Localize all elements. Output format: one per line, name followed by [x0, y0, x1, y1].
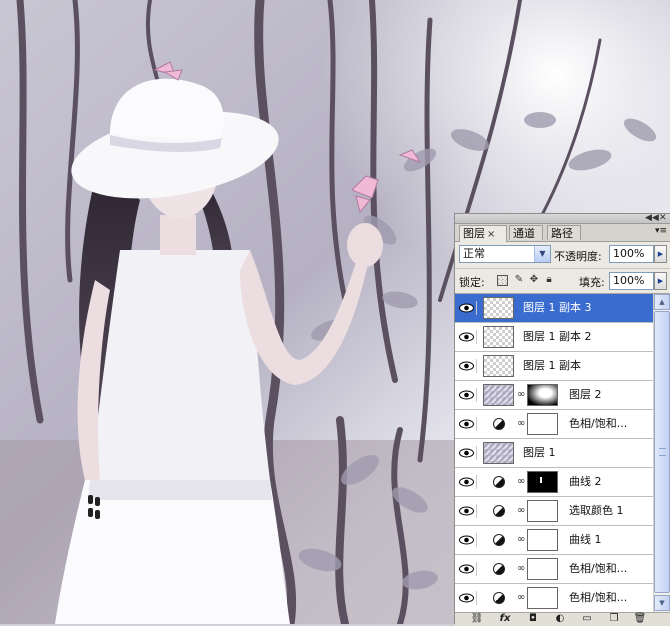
- chain-link-icon[interactable]: ∞: [517, 389, 525, 401]
- layer-name[interactable]: 曲线 2: [569, 475, 602, 489]
- blend-row: 正常 ▼ 不透明度: 100% ▶: [455, 242, 670, 266]
- eye-icon[interactable]: [458, 504, 477, 518]
- layer-mask-thumbnail[interactable]: [527, 587, 558, 609]
- layer-name[interactable]: 图层 2: [569, 388, 602, 402]
- opacity-label: 不透明度:: [554, 250, 602, 263]
- collapse-icon[interactable]: ◀◀: [645, 212, 659, 224]
- new-adjustment-icon[interactable]: ◐: [553, 613, 567, 625]
- layer-thumbnail[interactable]: [483, 355, 514, 377]
- layer-row[interactable]: 图层 1: [455, 439, 653, 468]
- add-mask-icon[interactable]: ◘: [526, 613, 540, 625]
- chevron-down-icon[interactable]: ▼: [534, 246, 550, 262]
- layer-mask-thumbnail[interactable]: [527, 413, 558, 435]
- tab-paths[interactable]: 路径: [547, 225, 581, 240]
- adjustment-layer-icon[interactable]: [493, 505, 505, 517]
- layer-row[interactable]: 图层 1 副本 2: [455, 323, 653, 352]
- layer-row[interactable]: ∞ 色相/饱和...: [455, 555, 653, 584]
- fill-slider-button[interactable]: ▶: [654, 272, 667, 290]
- chain-link-icon[interactable]: ∞: [517, 476, 525, 488]
- layer-row[interactable]: ∞ 色相/饱和...: [455, 410, 653, 439]
- lock-move-icon[interactable]: ✥: [528, 274, 540, 286]
- adjustment-layer-icon[interactable]: [493, 476, 505, 488]
- chain-link-icon[interactable]: ∞: [517, 505, 525, 517]
- blend-mode-value: 正常: [463, 247, 485, 260]
- layer-mask-thumbnail[interactable]: [527, 558, 558, 580]
- link-icon[interactable]: ⛓︎: [469, 613, 485, 625]
- chain-link-icon[interactable]: ∞: [517, 563, 525, 575]
- layer-thumbnail[interactable]: [483, 442, 514, 464]
- eye-icon[interactable]: [458, 301, 477, 315]
- layer-name[interactable]: 选取颜色 1: [569, 504, 624, 518]
- layer-name[interactable]: 图层 1 副本 3: [523, 301, 592, 315]
- panel-tabs: 图层 × 通道 路径: [455, 224, 670, 242]
- scroll-thumb[interactable]: [654, 311, 670, 593]
- opacity-slider-button[interactable]: ▶: [654, 245, 667, 263]
- chain-link-icon[interactable]: ∞: [517, 534, 525, 546]
- layer-name[interactable]: 图层 1: [523, 446, 556, 460]
- layer-name[interactable]: 曲线 1: [569, 533, 602, 547]
- layer-name[interactable]: 色相/饱和...: [569, 417, 627, 431]
- layer-row[interactable]: 图层 1 副本: [455, 352, 653, 381]
- layer-row[interactable]: ∞ 曲线 1: [455, 526, 653, 555]
- layers-scrollbar[interactable]: ▲ ▼: [653, 294, 670, 612]
- lock-brush-icon[interactable]: ✎: [513, 274, 525, 286]
- layer-thumbnail[interactable]: [483, 384, 514, 406]
- eye-icon[interactable]: [458, 533, 477, 547]
- tab-channels[interactable]: 通道: [509, 225, 543, 240]
- trash-icon[interactable]: 🗑︎: [633, 613, 647, 625]
- fill-label: 填充:: [579, 276, 605, 289]
- layers-list: 图层 1 副本 3 图层 1 副本 2 图层 1 副本 ∞ 图层 2 ∞ 色相/…: [455, 294, 653, 612]
- opacity-input[interactable]: 100%: [609, 245, 654, 263]
- layer-mask-thumbnail[interactable]: [527, 384, 558, 406]
- new-group-icon[interactable]: ▭: [580, 613, 594, 625]
- panel-menu-icon[interactable]: ▾≡: [655, 226, 667, 236]
- eye-icon[interactable]: [458, 359, 477, 373]
- eye-icon[interactable]: [458, 417, 477, 431]
- panel-title-bar[interactable]: ◀◀ ✕: [455, 212, 670, 224]
- close-icon[interactable]: ✕: [659, 212, 667, 224]
- layer-row[interactable]: 图层 1 副本 3: [455, 294, 653, 323]
- eye-icon[interactable]: [458, 562, 477, 576]
- tab-close-icon[interactable]: ×: [487, 229, 495, 240]
- tab-layers[interactable]: 图层 ×: [459, 225, 507, 242]
- layer-thumbnail[interactable]: [483, 326, 514, 348]
- eye-icon[interactable]: [458, 388, 477, 402]
- adjustment-layer-icon[interactable]: [493, 418, 505, 430]
- layers-panel: ◀◀ ✕ 图层 × 通道 路径 ▾≡ 正常 ▼ 不透明度: 100% ▶ 锁定: …: [454, 212, 670, 626]
- layer-mask-thumbnail[interactable]: [527, 500, 558, 522]
- adjustment-layer-icon[interactable]: [493, 563, 505, 575]
- layer-row[interactable]: ∞ 图层 2: [455, 381, 653, 410]
- layer-row[interactable]: ∞ 选取颜色 1: [455, 497, 653, 526]
- layer-name[interactable]: 图层 1 副本 2: [523, 330, 592, 344]
- lock-label: 锁定:: [459, 276, 485, 289]
- eye-icon[interactable]: [458, 475, 477, 489]
- blend-mode-select[interactable]: 正常 ▼: [459, 245, 551, 263]
- chain-link-icon[interactable]: ∞: [517, 418, 525, 430]
- scroll-up-button[interactable]: ▲: [654, 294, 670, 310]
- eye-icon[interactable]: [458, 330, 477, 344]
- lock-transparency-icon[interactable]: [497, 275, 508, 286]
- layer-mask-thumbnail[interactable]: [527, 529, 558, 551]
- layer-row[interactable]: ∞ 曲线 2: [455, 468, 653, 497]
- layer-row[interactable]: ∞ 色相/饱和...: [455, 584, 653, 612]
- fill-input[interactable]: 100%: [609, 272, 654, 290]
- adjustment-layer-icon[interactable]: [493, 534, 505, 546]
- layer-mask-thumbnail[interactable]: [527, 471, 558, 493]
- adjustment-layer-icon[interactable]: [493, 592, 505, 604]
- fx-icon[interactable]: fx: [497, 613, 513, 625]
- eye-icon[interactable]: [458, 591, 477, 605]
- layer-name[interactable]: 色相/饱和...: [569, 591, 627, 605]
- layer-name[interactable]: 图层 1 副本: [523, 359, 581, 373]
- layer-name[interactable]: 色相/饱和...: [569, 562, 627, 576]
- layer-thumbnail[interactable]: [483, 297, 514, 319]
- eye-icon[interactable]: [458, 446, 477, 460]
- scroll-down-button[interactable]: ▼: [654, 595, 670, 611]
- lock-row: 锁定: ✎ ✥ 🔒︎ 填充: 100% ▶: [455, 268, 670, 294]
- new-layer-icon[interactable]: ❐: [607, 613, 621, 625]
- lock-all-icon[interactable]: 🔒︎: [543, 274, 555, 286]
- chain-link-icon[interactable]: ∞: [517, 592, 525, 604]
